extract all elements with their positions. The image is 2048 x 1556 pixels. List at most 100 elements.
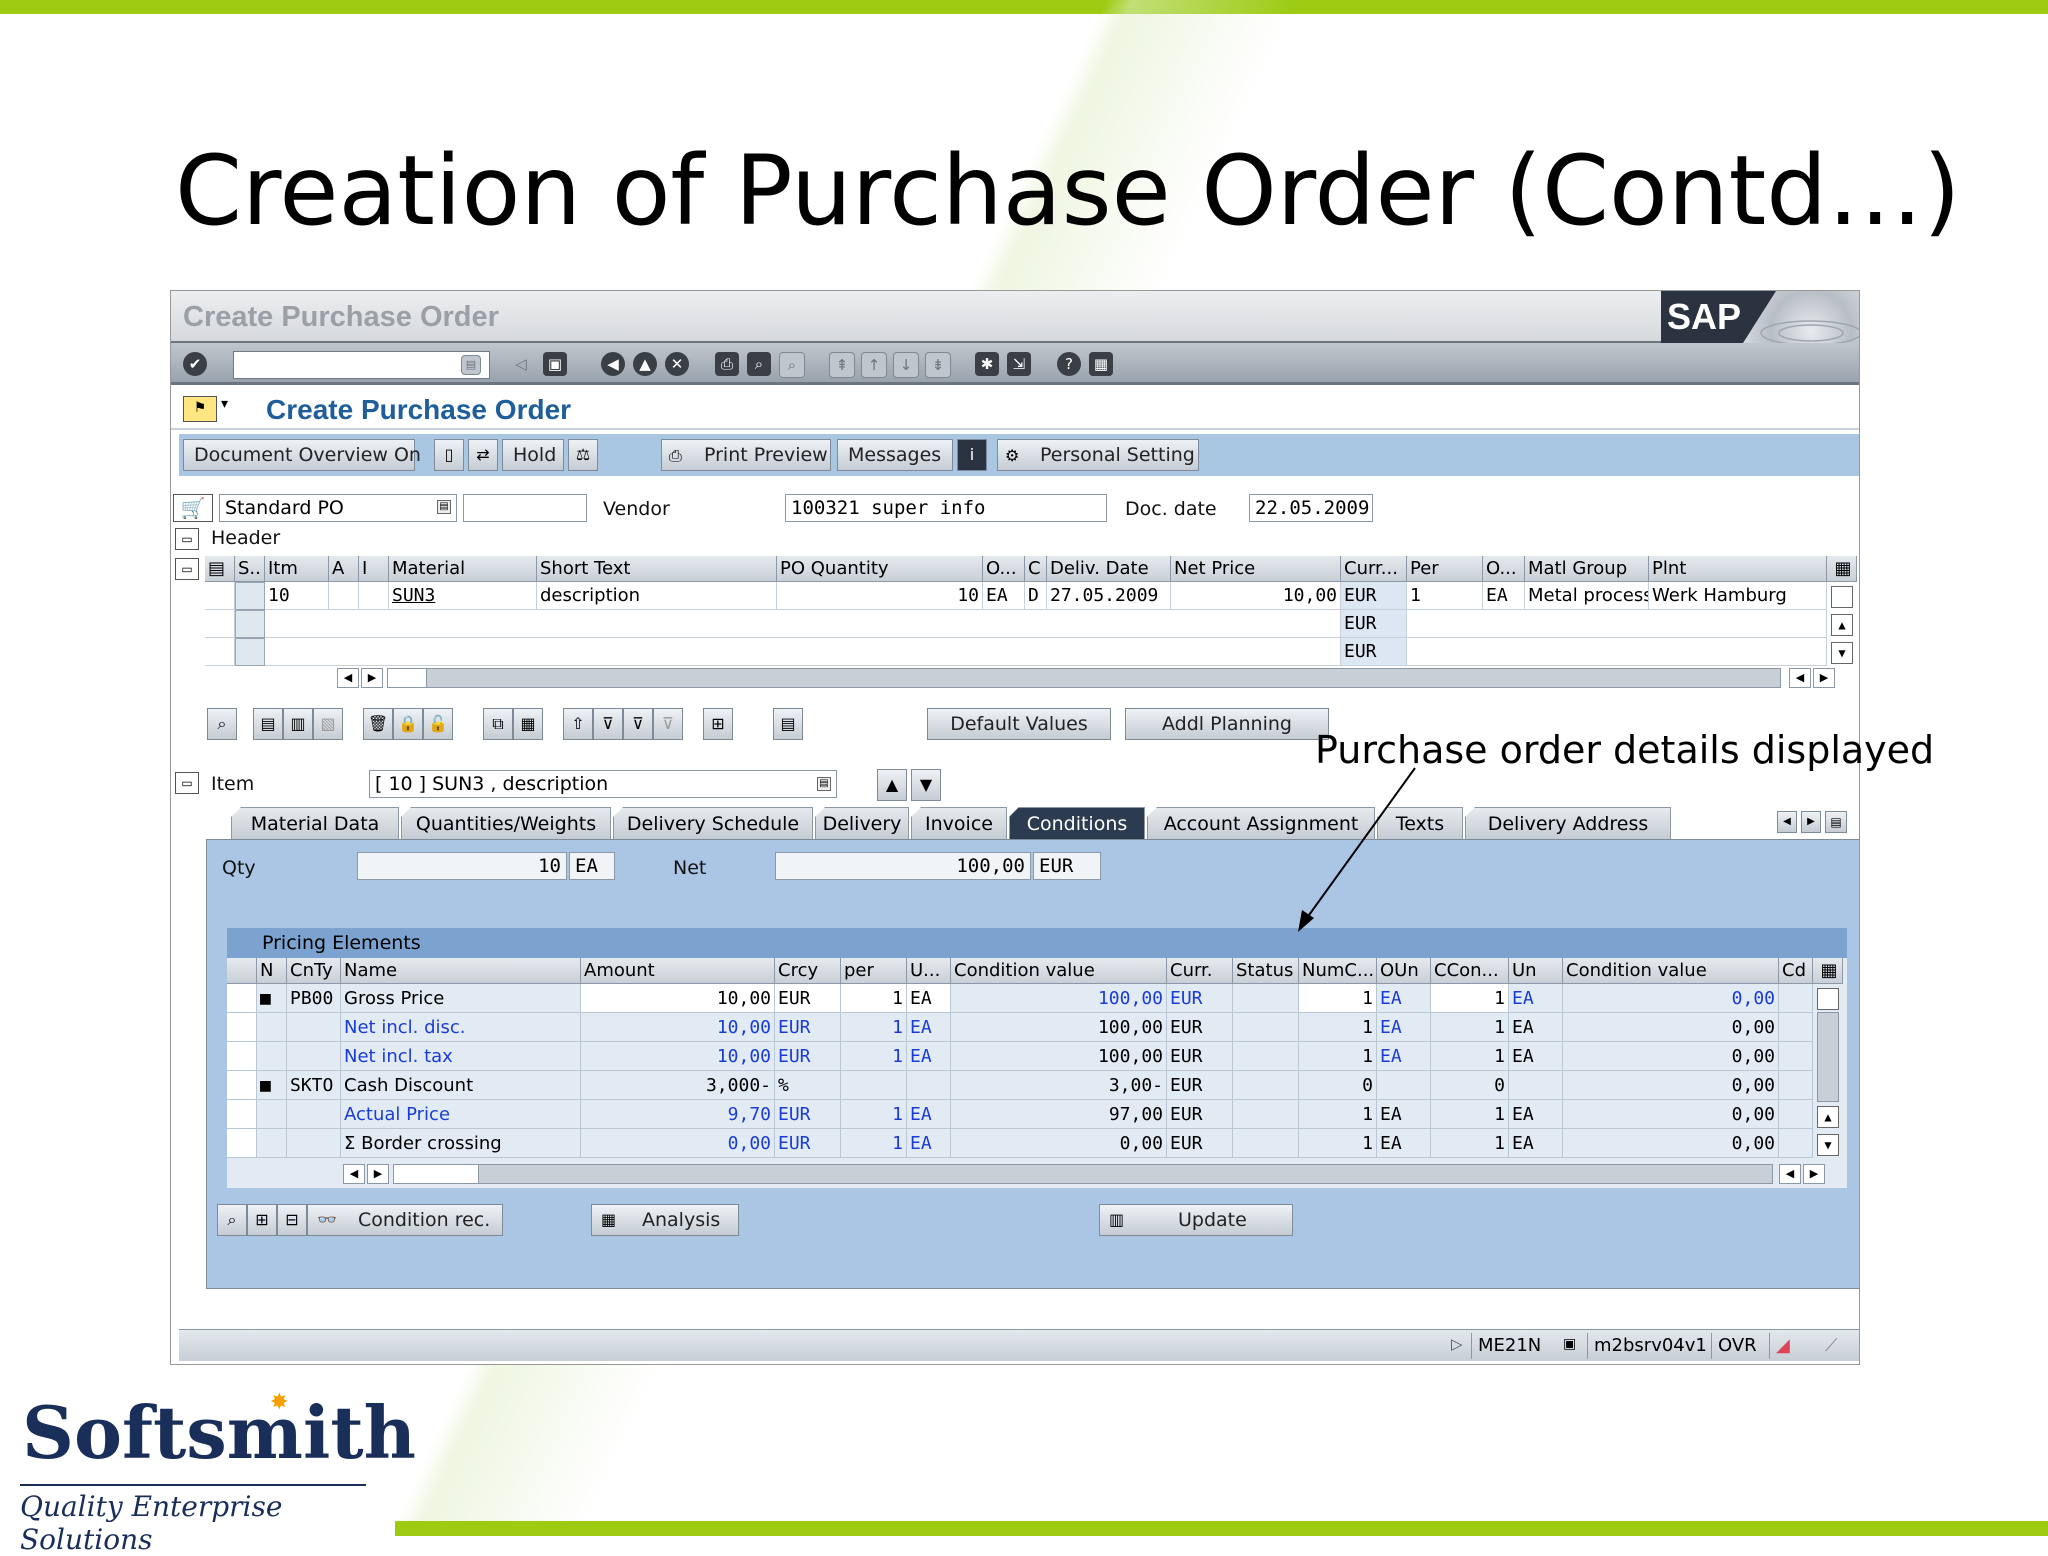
tab-material-data[interactable]: Material Data bbox=[231, 807, 399, 841]
col-header-currency[interactable]: Curr... bbox=[1341, 556, 1407, 582]
pricing-cell-ccon[interactable]: 1 bbox=[1431, 1013, 1509, 1042]
doc-type-dropdown-icon[interactable]: ▤ bbox=[437, 500, 451, 514]
pricing-cell-status[interactable] bbox=[1233, 1071, 1299, 1100]
insert-condition-icon[interactable]: ⊞ bbox=[247, 1204, 277, 1236]
pricing-cell-curr[interactable]: EUR bbox=[1167, 1042, 1233, 1071]
scroll-right-icon[interactable]: ▶ bbox=[361, 668, 383, 688]
pricing-row-selector[interactable] bbox=[227, 1100, 257, 1129]
pricing-select-all[interactable] bbox=[227, 958, 257, 984]
pricing-cell-condition-value[interactable]: 100,00 bbox=[951, 1013, 1167, 1042]
pricing-row-selector[interactable] bbox=[227, 1013, 257, 1042]
info-icon[interactable]: i bbox=[957, 439, 987, 471]
pricing-scroll-right-icon[interactable]: ▶ bbox=[367, 1164, 389, 1184]
delete-icon[interactable]: 🗑 bbox=[363, 708, 393, 740]
pricing-cell-cnty[interactable] bbox=[287, 1013, 341, 1042]
pricing-cell-un[interactable]: EA bbox=[1509, 1129, 1563, 1158]
empty-row-cells[interactable] bbox=[265, 610, 1341, 638]
pricing-cell-oun[interactable]: EA bbox=[1377, 984, 1431, 1013]
pricing-cell-cd[interactable] bbox=[1779, 984, 1813, 1013]
doc-type-select[interactable]: Standard PO bbox=[219, 494, 457, 522]
pricing-row-selector[interactable] bbox=[227, 1071, 257, 1100]
previous-item-icon[interactable]: ▲ bbox=[877, 769, 907, 801]
empty-row-cells[interactable] bbox=[1407, 610, 1827, 638]
pricing-cell-cnty[interactable] bbox=[287, 1129, 341, 1158]
po-quantity-cell[interactable]: 10 bbox=[777, 582, 983, 610]
messages-button[interactable]: Messages bbox=[837, 439, 953, 471]
material-cell[interactable]: SUN3 bbox=[389, 582, 537, 610]
col-header-cnty[interactable]: CnTy bbox=[287, 958, 341, 984]
pricing-cell-amount[interactable]: 10,00 bbox=[581, 1013, 775, 1042]
last-page-icon[interactable]: ⇟ bbox=[925, 352, 951, 378]
row-selector[interactable] bbox=[205, 610, 235, 638]
pricing-cell-oun[interactable]: EA bbox=[1377, 1129, 1431, 1158]
pricing-cell-uom[interactable] bbox=[907, 1071, 951, 1100]
status-mode[interactable]: OVR bbox=[1711, 1333, 1769, 1359]
pricing-scroll-left-icon[interactable]: ◀ bbox=[343, 1164, 365, 1184]
first-page-icon[interactable]: ⇞ bbox=[829, 352, 855, 378]
pricing-cell-numc[interactable]: 1 bbox=[1299, 1100, 1377, 1129]
date-cat-cell[interactable]: D bbox=[1025, 582, 1047, 610]
total-icon[interactable]: ⊞ bbox=[703, 708, 733, 740]
currency-cell[interactable]: EUR bbox=[1341, 610, 1407, 638]
pricing-cell-condition-value[interactable]: 3,00- bbox=[951, 1071, 1167, 1100]
pricing-cell-amount[interactable]: 10,00 bbox=[581, 1042, 775, 1071]
col-header-condition-value[interactable]: Condition value bbox=[951, 958, 1167, 984]
pricing-cell-status[interactable] bbox=[1233, 1100, 1299, 1129]
row-status-cell[interactable] bbox=[235, 610, 265, 638]
tab-scroll-right-icon[interactable]: ▶ bbox=[1801, 811, 1821, 833]
command-dropdown-icon[interactable]: ▤ bbox=[461, 355, 481, 375]
tab-scroll-left-icon[interactable]: ◀ bbox=[1777, 811, 1797, 833]
command-field[interactable] bbox=[233, 351, 490, 379]
copy-item-icon[interactable]: ⧉ bbox=[483, 708, 513, 740]
chevron-down-icon[interactable]: ▾ bbox=[221, 396, 228, 412]
col-header-ccon[interactable]: CCon... bbox=[1431, 958, 1509, 984]
filter-icon[interactable]: ⊽ bbox=[593, 708, 623, 740]
pricing-cell-un[interactable]: EA bbox=[1509, 1100, 1563, 1129]
pricing-cell-n[interactable] bbox=[257, 1042, 287, 1071]
pricing-cell-ccon[interactable]: 1 bbox=[1431, 1129, 1509, 1158]
item-detail-collapse-icon[interactable]: ▭ bbox=[175, 772, 199, 794]
col-header-oun[interactable]: OUn bbox=[1377, 958, 1431, 984]
sort-ascending-icon[interactable]: ⇧ bbox=[563, 708, 593, 740]
previous-page-icon[interactable]: ↑ bbox=[861, 352, 887, 378]
row-status-cell[interactable] bbox=[235, 638, 265, 666]
pricing-cell-condition-value-2[interactable]: 0,00 bbox=[1563, 1100, 1779, 1129]
per-cell[interactable]: 1 bbox=[1407, 582, 1483, 610]
pricing-vertical-scrollbar[interactable] bbox=[1817, 1012, 1839, 1102]
col-header-status[interactable]: S.. bbox=[235, 556, 265, 582]
addl-planning-button[interactable]: Addl Planning bbox=[1125, 708, 1329, 740]
pricing-cell-uom[interactable]: EA bbox=[907, 1100, 951, 1129]
horizontal-scroll-thumb[interactable] bbox=[387, 668, 427, 688]
print-preview-button[interactable]: Print Preview bbox=[661, 439, 831, 471]
col-header-price-unit[interactable]: O... bbox=[1483, 556, 1525, 582]
pricing-cell-amount[interactable]: 10,00 bbox=[581, 984, 775, 1013]
pricing-cell-per[interactable]: 1 bbox=[841, 984, 907, 1013]
col-header-condition-value-2[interactable]: Condition value bbox=[1563, 958, 1779, 984]
pricing-cell-un[interactable]: EA bbox=[1509, 1042, 1563, 1071]
system-info-icon[interactable]: ▣ bbox=[1563, 1336, 1576, 1352]
col-header-curr[interactable]: Curr. bbox=[1167, 958, 1233, 984]
pricing-cell-curr[interactable]: EUR bbox=[1167, 1013, 1233, 1042]
pricing-cell-name[interactable]: Net incl. disc. bbox=[341, 1013, 581, 1042]
itemcat-cell[interactable] bbox=[359, 582, 389, 610]
item-select[interactable]: [ 10 ] SUN3 , description bbox=[369, 770, 837, 798]
pricing-cell-status[interactable] bbox=[1233, 984, 1299, 1013]
pricing-table-settings-icon[interactable]: ▦ bbox=[1813, 958, 1843, 984]
col-header-name[interactable]: Name bbox=[341, 958, 581, 984]
vendor-field[interactable]: 100321 super info bbox=[785, 494, 1107, 522]
find-icon[interactable]: ⌕ bbox=[747, 352, 771, 376]
pricing-cell-curr[interactable]: EUR bbox=[1167, 984, 1233, 1013]
update-button[interactable]: Update bbox=[1099, 1204, 1293, 1236]
table-settings-icon[interactable]: ▦ bbox=[1827, 556, 1857, 582]
status-expand-icon[interactable]: ▷ bbox=[1451, 1335, 1463, 1353]
unlock-icon[interactable]: 🔓 bbox=[423, 708, 453, 740]
tab-delivery-schedule[interactable]: Delivery Schedule bbox=[613, 807, 813, 841]
pricing-cell-status[interactable] bbox=[1233, 1042, 1299, 1071]
pricing-cell-uom[interactable]: EA bbox=[907, 1013, 951, 1042]
pricing-scroll-down-icon[interactable]: ▼ bbox=[1817, 1134, 1839, 1156]
lock-icon[interactable]: 🔒 bbox=[393, 708, 423, 740]
pricing-cell-n[interactable] bbox=[257, 1129, 287, 1158]
print-icon[interactable]: ⎙ bbox=[715, 352, 739, 376]
scroll-left-icon[interactable]: ◀ bbox=[337, 668, 359, 688]
remove-filter-icon[interactable]: ⊽ bbox=[653, 708, 683, 740]
